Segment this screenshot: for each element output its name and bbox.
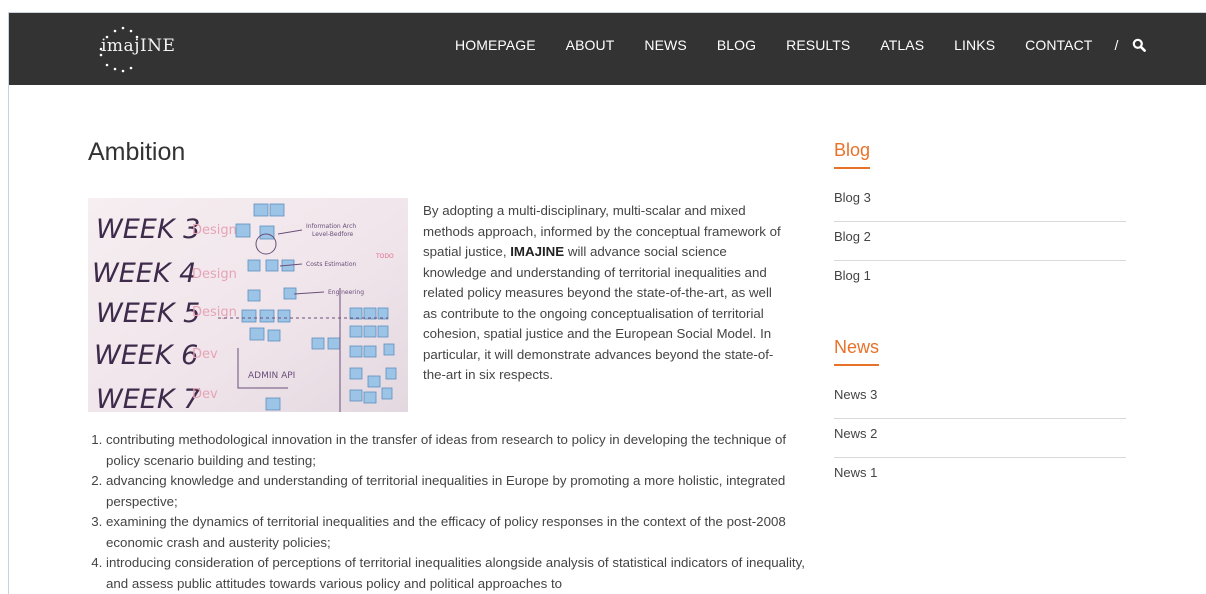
nav-about[interactable]: ABOUT <box>566 37 615 53</box>
board-design-2: Design <box>192 267 237 282</box>
board-week3: WEEK 3 <box>96 214 200 245</box>
svg-text:Costs Estimation: Costs Estimation <box>306 261 357 268</box>
sidebar-blog: Blog Blog 3 Blog 2 Blog 1 <box>834 140 1126 300</box>
nav-contact[interactable]: CONTACT <box>1025 37 1092 53</box>
board-week6: WEEK 6 <box>94 340 198 371</box>
news-link-3[interactable]: News 3 <box>834 380 1126 419</box>
nav-news[interactable]: NEWS <box>644 37 686 53</box>
nav-separator: / <box>1114 37 1119 53</box>
nav-results[interactable]: RESULTS <box>786 37 850 53</box>
svg-text:Engineering: Engineering <box>328 289 364 296</box>
news-link-1[interactable]: News 1 <box>834 458 1126 497</box>
whiteboard-image: WEEK 3 WEEK 4 WEEK 5 WEEK 6 WEEK 7 Desig… <box>88 198 408 412</box>
list-item: contributing methodological innovation i… <box>106 430 806 471</box>
page-title: Ambition <box>88 138 186 166</box>
logo-text: imajINE <box>101 36 176 56</box>
blog-heading: Blog <box>834 140 871 169</box>
news-heading: News <box>834 337 880 366</box>
list-item: introducing consideration of perceptions… <box>106 553 806 594</box>
news-link-2[interactable]: News 2 <box>834 419 1126 458</box>
blog-link-2[interactable]: Blog 2 <box>834 222 1126 261</box>
board-week4: WEEK 4 <box>92 258 196 289</box>
board-dev-2: Dev <box>192 387 218 402</box>
nav-blog[interactable]: BLOG <box>717 37 756 53</box>
list-item: examining the dynamics of territorial in… <box>106 512 806 553</box>
imajine-logo[interactable]: imajINE <box>87 21 183 77</box>
svg-text:TODO: TODO <box>375 253 394 260</box>
intro-text-end: will advance social science knowledge an… <box>423 244 774 382</box>
blog-link-3[interactable]: Blog 3 <box>834 183 1126 222</box>
blog-list: Blog 3 Blog 2 Blog 1 <box>834 183 1126 300</box>
svg-text:Level-Bedfore: Level-Bedfore <box>312 231 354 238</box>
nav-homepage[interactable]: HOMEPAGE <box>455 37 536 53</box>
board-week5: WEEK 5 <box>96 298 200 329</box>
svg-text:ADMIN API: ADMIN API <box>248 371 295 381</box>
board-week7: WEEK 7 <box>96 384 200 412</box>
nav-atlas[interactable]: ATLAS <box>880 37 924 53</box>
nav-links[interactable]: LINKS <box>954 37 995 53</box>
sidebar-news: News News 3 News 2 News 1 <box>834 337 1126 497</box>
main-nav: HOMEPAGE ABOUT NEWS BLOG RESULTS ATLAS L… <box>455 37 1147 53</box>
intro-paragraph: By adopting a multi-disciplinary, multi-… <box>423 201 783 386</box>
blog-link-1[interactable]: Blog 1 <box>834 261 1126 300</box>
news-list: News 3 News 2 News 1 <box>834 380 1126 497</box>
board-dev-1: Dev <box>192 347 218 362</box>
intro-project-name: IMAJINE <box>510 244 565 259</box>
search-icon[interactable] <box>1132 38 1147 52</box>
advances-list: contributing methodological innovation i… <box>88 430 806 594</box>
board-design-1: Design <box>192 223 237 238</box>
whiteboard-illustration: WEEK 3 WEEK 4 WEEK 5 WEEK 6 WEEK 7 Desig… <box>88 198 408 412</box>
svg-text:Information Arch: Information Arch <box>306 223 356 230</box>
top-navbar: imajINE HOMEPAGE ABOUT NEWS BLOG RESULTS… <box>9 13 1206 85</box>
list-item: advancing knowledge and understanding of… <box>106 471 806 512</box>
